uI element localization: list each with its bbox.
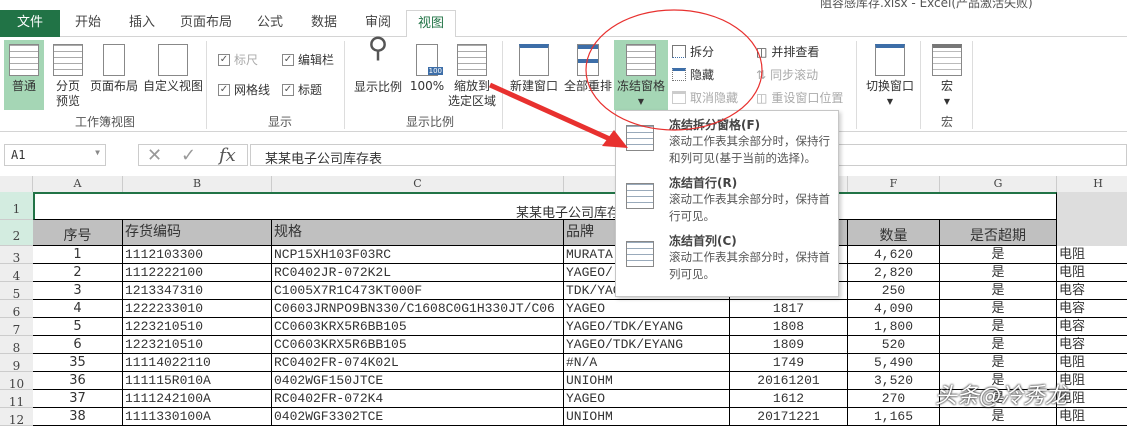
watermark: 头条@冷秀龙 — [935, 384, 1068, 409]
annotation-overlay — [488, 9, 763, 148]
annotation-arrow — [488, 82, 614, 143]
annotation-circle — [585, 9, 763, 131]
